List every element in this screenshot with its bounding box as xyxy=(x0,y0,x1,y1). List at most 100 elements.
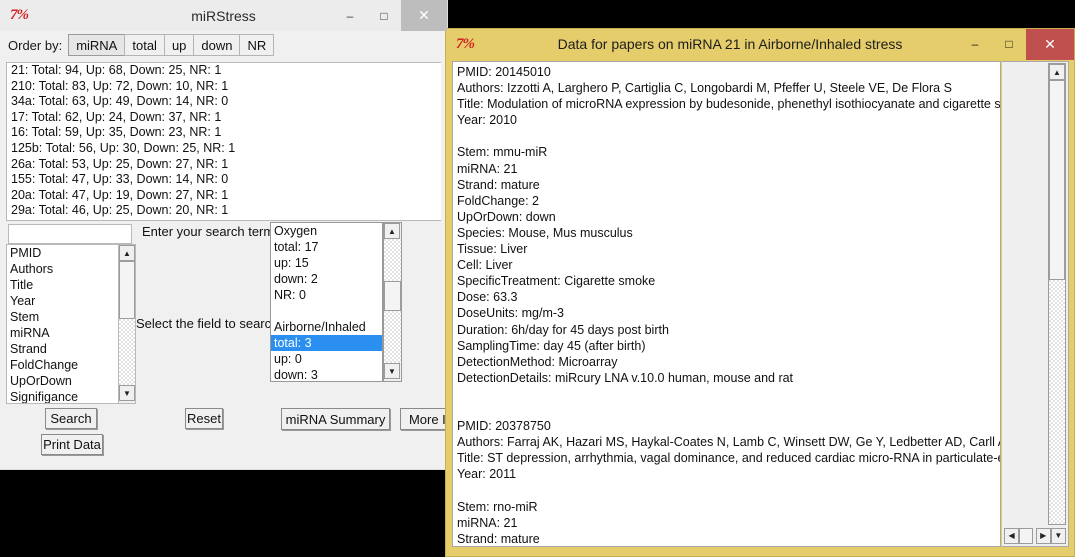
app-logo-icon: 7% xyxy=(456,35,475,52)
minimize-button[interactable]: – xyxy=(333,0,367,31)
list-item[interactable]: 17: Total: 62, Up: 24, Down: 37, NR: 1 xyxy=(7,110,441,126)
field-item-strand[interactable]: Strand xyxy=(7,341,131,357)
scrollbar-thumb[interactable] xyxy=(1019,527,1033,544)
stress-summary-list[interactable]: Oxygen total: 17 up: 15 down: 2 NR: 0 Ai… xyxy=(270,222,383,382)
text-line: UpOrDown: down xyxy=(457,209,556,224)
field-list-scrollbar[interactable]: ▲ ▼ xyxy=(118,244,136,404)
order-by-label: Order by: xyxy=(8,37,63,53)
data-window-controls: – □ ✕ xyxy=(958,28,1074,60)
field-item-foldchange[interactable]: FoldChange xyxy=(7,357,131,373)
field-item-pmid[interactable]: PMID xyxy=(7,245,131,261)
scroll-up-icon[interactable]: ▲ xyxy=(384,223,400,239)
scroll-down-icon[interactable]: ▼ xyxy=(1050,527,1066,544)
list-item[interactable]: 21: Total: 94, Up: 68, Down: 25, NR: 1 xyxy=(7,63,441,79)
text-line: miRNA: 21 xyxy=(457,515,518,530)
text-line: SamplingTime: day 45 (after birth) xyxy=(457,338,646,353)
field-item-mirna[interactable]: miRNA xyxy=(7,325,131,341)
list-item[interactable]: 125b: Total: 56, Up: 30, Down: 25, NR: 1 xyxy=(7,141,441,157)
text-line: Duration: 6h/day for 45 days post birth xyxy=(457,322,669,337)
list-item-selected[interactable]: total: 3 xyxy=(271,335,382,351)
field-item-authors[interactable]: Authors xyxy=(7,261,131,277)
minimize-button[interactable]: – xyxy=(958,29,992,60)
data-vertical-scrollbar[interactable]: ▲ xyxy=(1048,63,1066,525)
list-item[interactable]: 16: Total: 59, Up: 35, Down: 23, NR: 1 xyxy=(7,125,441,141)
scroll-right-icon[interactable]: ▶ xyxy=(1035,527,1051,544)
scroll-down-icon[interactable]: ▼ xyxy=(384,363,400,379)
text-line: Title: Modulation of microRNA expression… xyxy=(457,97,1001,112)
text-line: PMID: 20145010 xyxy=(457,65,551,79)
list-item[interactable]: 29a: Total: 46, Up: 25, Down: 20, NR: 1 xyxy=(7,203,441,219)
field-item-stem[interactable]: Stem xyxy=(7,309,131,325)
field-select-list[interactable]: PMID Authors Title Year Stem miRNA Stran… xyxy=(6,244,132,404)
text-line: DetectionMethod: Microarray xyxy=(457,354,618,369)
order-by-toolbar: Order by: miRNA total up down NR xyxy=(0,31,447,60)
list-item[interactable]: 210: Total: 83, Up: 72, Down: 10, NR: 1 xyxy=(7,79,441,95)
text-line-blank xyxy=(457,482,1000,498)
order-by-total-button[interactable]: total xyxy=(124,34,165,56)
field-item-title[interactable]: Title xyxy=(7,277,131,293)
data-scroll-area: ▲ ◀ ▶ ▼ xyxy=(1002,61,1069,547)
text-line-blank xyxy=(457,128,1000,144)
list-item[interactable]: 20a: Total: 47, Up: 19, Down: 27, NR: 1 xyxy=(7,188,441,204)
close-button[interactable]: ✕ xyxy=(401,0,447,31)
text-line-blank xyxy=(457,386,1000,402)
text-line: Stem: rno-miR xyxy=(457,499,538,514)
text-line: Tissue: Liver xyxy=(457,242,528,257)
text-line: Strand: mature xyxy=(457,531,540,546)
text-line: Dose: 63.3 xyxy=(457,290,518,305)
maximize-button[interactable]: □ xyxy=(992,29,1026,60)
scroll-up-icon[interactable]: ▲ xyxy=(1049,64,1065,80)
list-item[interactable]: down: 3 xyxy=(271,367,382,381)
data-titlebar: 7% Data for papers on miRNA 21 in Airbor… xyxy=(446,28,1074,60)
main-titlebar: 7% miRStress – □ ✕ xyxy=(0,0,447,31)
search-input[interactable] xyxy=(8,224,132,244)
text-line: miRNA: 21 xyxy=(457,161,518,176)
scrollbar-thumb[interactable] xyxy=(1049,80,1065,280)
list-item[interactable]: up: 0 xyxy=(271,351,382,367)
field-item-year[interactable]: Year xyxy=(7,293,131,309)
paper-data-textarea[interactable]: PMID: 20145010 Authors: Izzotti A, Largh… xyxy=(452,61,1001,547)
scrollbar-track[interactable] xyxy=(1049,280,1065,524)
print-data-button[interactable]: Print Data xyxy=(41,434,103,455)
scrollbar-track[interactable] xyxy=(119,319,135,385)
scrollbar-thumb[interactable] xyxy=(384,281,401,311)
field-item-upordown[interactable]: UpOrDown xyxy=(7,373,131,389)
field-item-signifigance[interactable]: Signifigance xyxy=(7,389,131,403)
list-item[interactable]: total: 17 xyxy=(271,239,382,255)
order-by-down-button[interactable]: down xyxy=(193,34,241,56)
list-item[interactable]: 26a: Total: 53, Up: 25, Down: 27, NR: 1 xyxy=(7,157,441,173)
close-button[interactable]: ✕ xyxy=(1026,28,1074,60)
mirstress-window: 7% miRStress – □ ✕ Order by: miRNA total… xyxy=(0,0,462,470)
select-field-hint: Select the field to search xyxy=(136,316,279,331)
data-window-title: Data for papers on miRNA 21 in Airborne/… xyxy=(557,36,903,52)
scrollbar-thumb[interactable] xyxy=(119,261,135,319)
list-item[interactable]: down: 2 xyxy=(271,271,382,287)
scrollbar-track-lower[interactable] xyxy=(384,311,401,363)
text-line: Cell: Liver xyxy=(457,258,513,273)
scroll-down-icon[interactable]: ▼ xyxy=(119,385,135,401)
list-item[interactable]: Airborne/Inhaled xyxy=(271,319,382,335)
maximize-button[interactable]: □ xyxy=(367,0,401,31)
list-item[interactable]: 34a: Total: 63, Up: 49, Down: 14, NR: 0 xyxy=(7,94,441,110)
search-button[interactable]: Search xyxy=(45,408,97,429)
reset-button[interactable]: Reset xyxy=(185,408,223,429)
list-item[interactable]: up: 15 xyxy=(271,255,382,271)
text-line: Authors: Izzotti A, Larghero P, Cartigli… xyxy=(457,81,952,96)
scrollbar-track-upper[interactable] xyxy=(384,239,401,281)
list-item[interactable]: Oxygen xyxy=(271,223,382,239)
summary-list-scrollbar[interactable]: ▲ ▼ xyxy=(383,222,402,382)
order-by-mirna-button[interactable]: miRNA xyxy=(68,34,126,56)
text-line: Authors: Farraj AK, Hazari MS, Haykal-Co… xyxy=(457,435,1001,450)
list-item[interactable]: 155: Total: 47, Up: 33, Down: 14, NR: 0 xyxy=(7,172,441,188)
scroll-left-icon[interactable]: ◀ xyxy=(1004,527,1020,544)
text-line: Year: 2011 xyxy=(457,467,517,482)
list-item[interactable]: NR: 0 xyxy=(271,287,382,303)
order-by-up-button[interactable]: up xyxy=(163,34,195,56)
app-logo-icon: 7% xyxy=(10,7,29,23)
mirna-summary-button[interactable]: miRNA Summary xyxy=(281,408,390,430)
order-by-nr-button[interactable]: NR xyxy=(239,34,275,56)
scroll-up-icon[interactable]: ▲ xyxy=(119,245,135,261)
mirna-results-list[interactable]: 21: Total: 94, Up: 68, Down: 25, NR: 1 2… xyxy=(6,62,441,221)
data-horizontal-scrollbar[interactable]: ◀ ▶ ▼ xyxy=(1004,527,1066,544)
text-line: DoseUnits: mg/m-3 xyxy=(457,306,564,321)
